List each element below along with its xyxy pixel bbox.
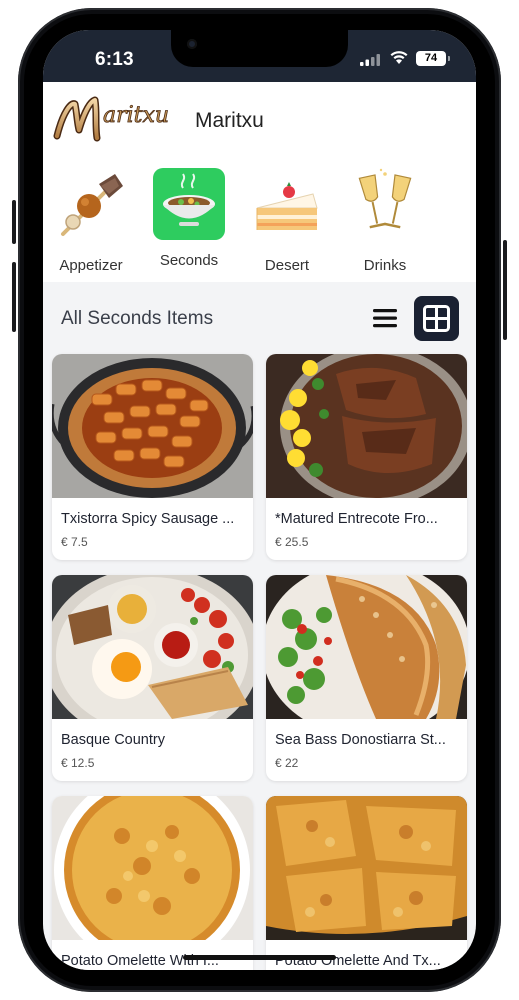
- soup-bowl-icon: [163, 173, 215, 226]
- item-price: € 25.5: [275, 535, 309, 549]
- menu-item-card[interactable]: Potato Omelette And Tx...: [266, 796, 467, 970]
- category-bar: Appetizer Seconds Desert Drinks: [43, 148, 476, 282]
- category-label: Desert: [264, 257, 310, 274]
- brand-name: Maritxu: [195, 109, 264, 132]
- dynamic-island: [171, 30, 348, 67]
- home-indicator[interactable]: [183, 955, 336, 960]
- app-header: aritxu Maritxu: [43, 82, 476, 148]
- side-button: [503, 240, 507, 340]
- dish-photo: [52, 575, 253, 743]
- cake-slice-icon: [256, 182, 318, 230]
- menu-item-card[interactable]: *Matured Entrecote Fro... € 25.5: [266, 354, 467, 560]
- app-screen: 6:13 74 aritxu Maritxu Appetizer Seconds…: [43, 30, 476, 970]
- grid-view-button[interactable]: [414, 296, 459, 341]
- skewer-icon: [61, 174, 123, 236]
- menu-item-card[interactable]: Potato Omelette With I...: [52, 796, 253, 970]
- category-appetizer[interactable]: Appetizer: [47, 168, 135, 274]
- side-button: [12, 262, 16, 332]
- item-name: Sea Bass Donostiarra St...: [275, 732, 446, 748]
- menu-item-card[interactable]: Sea Bass Donostiarra St... € 22: [266, 575, 467, 781]
- dish-photo: [266, 796, 467, 940]
- wifi-icon: [390, 51, 408, 64]
- category-label: Seconds: [159, 252, 219, 269]
- menu-item-card[interactable]: Basque Country € 12.5: [52, 575, 253, 781]
- list-header: All Seconds Items: [43, 282, 476, 350]
- signal-icon: [360, 54, 380, 66]
- category-drinks[interactable]: Drinks: [341, 168, 429, 274]
- category-label: Appetizer: [59, 257, 123, 274]
- item-price: € 12.5: [61, 756, 95, 770]
- menu-item-card[interactable]: Txistorra Spicy Sausage ... € 7.5: [52, 354, 253, 560]
- dish-photo: [266, 354, 467, 506]
- battery-icon: 74: [416, 51, 450, 66]
- item-name: Basque Country: [61, 732, 165, 748]
- list-title: All Seconds Items: [61, 308, 214, 329]
- dish-photo: [266, 575, 467, 737]
- status-bar: 6:13 74: [43, 30, 476, 82]
- item-name: Txistorra Spicy Sausage ...: [61, 511, 235, 527]
- camera-icon: [187, 39, 197, 49]
- status-time: 6:13: [95, 49, 134, 70]
- item-name: *Matured Entrecote Fro...: [275, 511, 438, 527]
- category-desert[interactable]: Desert: [243, 168, 331, 274]
- side-button: [12, 200, 16, 244]
- item-price: € 7.5: [61, 535, 88, 549]
- category-label: Drinks: [363, 257, 407, 274]
- svg-text:aritxu: aritxu: [103, 103, 169, 128]
- dish-photo: [52, 354, 253, 498]
- grid-view-icon: [423, 305, 450, 332]
- category-seconds[interactable]: Seconds: [145, 168, 233, 269]
- dish-photo: [52, 796, 253, 968]
- maritxu-logo[interactable]: aritxu: [53, 92, 189, 144]
- category-active-tile: [153, 168, 225, 240]
- list-view-icon[interactable]: [369, 303, 403, 333]
- champagne-glasses-icon: [358, 168, 412, 229]
- item-price: € 22: [275, 756, 299, 770]
